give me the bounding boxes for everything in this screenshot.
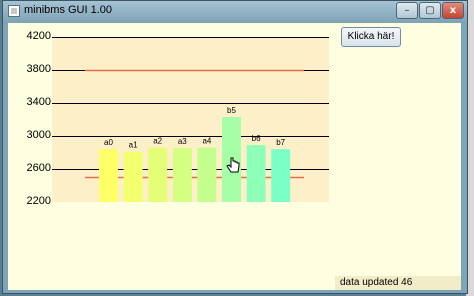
- bar-label-b7: b7: [276, 138, 285, 147]
- bar-label-b6: b6: [252, 134, 261, 143]
- bar-a0: [99, 149, 118, 202]
- status-bar: data updated 46: [335, 276, 461, 290]
- app-window: minibms GUI 1.00 – ▢ x a0 a1 a2 a3 a4 b5 b6 b7 …: [2, 0, 468, 294]
- plot-area: a0 a1 a2 a3 a4 b5 b6 b7: [52, 37, 329, 202]
- title-bar[interactable]: minibms GUI 1.00 – ▢ x: [3, 1, 467, 22]
- bar-a3: [172, 147, 192, 202]
- status-text: data updated 46: [340, 277, 413, 288]
- bar-label-a4: a4: [202, 137, 211, 146]
- close-button[interactable]: x: [442, 2, 464, 19]
- bar-a4: [197, 147, 217, 202]
- y-tick-label: 2200: [26, 195, 51, 207]
- bar-label-a2: a2: [153, 137, 162, 146]
- y-tick-label: 3000: [26, 129, 51, 141]
- bar-label-a3: a3: [178, 137, 187, 146]
- bar-b7: [271, 149, 291, 202]
- bar-b6: [246, 145, 266, 202]
- y-tick-label: 3400: [26, 96, 51, 108]
- bar-label-b5: b5: [227, 106, 236, 115]
- y-tick-label: 3800: [26, 63, 51, 75]
- client-area: a0 a1 a2 a3 a4 b5 b6 b7 4200 3800 3400 3000 2600 220…: [8, 23, 461, 290]
- bar-label-a0: a0: [104, 138, 113, 147]
- minimize-button[interactable]: –: [396, 2, 418, 19]
- window-title: minibms GUI 1.00: [24, 4, 113, 16]
- bar-a2: [148, 147, 168, 202]
- hand-cursor-icon: [226, 157, 240, 173]
- y-tick-label: 2600: [26, 162, 51, 174]
- maximize-button[interactable]: ▢: [419, 2, 441, 19]
- bar-label-a1: a1: [129, 141, 138, 150]
- klicka-har-button[interactable]: Klicka här!: [341, 27, 401, 47]
- bar-chart: a0 a1 a2 a3 a4 b5 b6 b7: [52, 37, 329, 202]
- y-tick-label: 4200: [26, 30, 51, 42]
- app-icon: [8, 5, 20, 17]
- bar-a1: [123, 151, 143, 202]
